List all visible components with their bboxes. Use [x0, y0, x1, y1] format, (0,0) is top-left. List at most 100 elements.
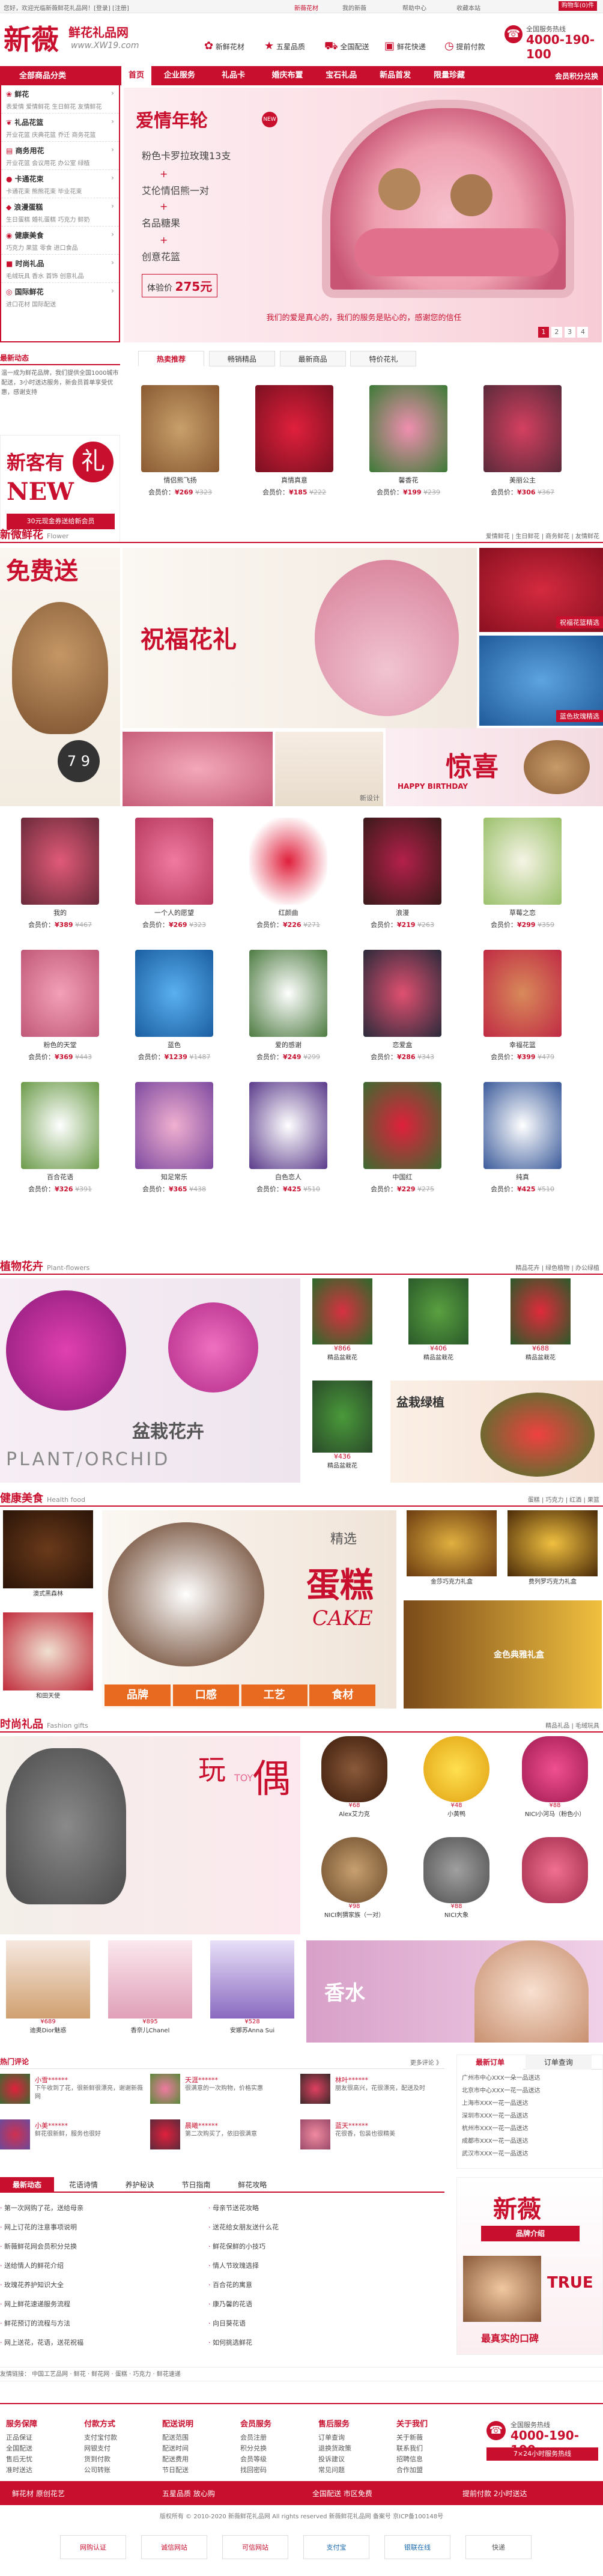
plant-card[interactable]: ¥406 精品盆栽花	[402, 1278, 474, 1375]
bear-promo[interactable]: 免费送 7 9	[0, 548, 120, 806]
category-header[interactable]: 全部商品分类	[1, 67, 119, 85]
tab-newest[interactable]: 最新商品	[279, 351, 346, 366]
friend-link[interactable]: 蛋糕	[115, 2371, 127, 2378]
comment-item[interactable]: 小美****** 鲜花很新鲜，服务也很好	[0, 2119, 144, 2155]
nav-enterprise[interactable]: 企业服务	[154, 66, 205, 85]
tab-holiday[interactable]: 节日指南	[169, 2177, 223, 2193]
comments-more-link[interactable]: 更多评论 》	[410, 2058, 442, 2067]
category-5[interactable]: ◆ 浪漫蛋糕 › 生日蛋糕 婚礼蛋糕 巧克力 鲜奶	[1, 198, 119, 226]
plant-card[interactable]: ¥436 精品盆栽花	[306, 1381, 378, 1483]
nav-giftcard[interactable]: 礼品卡	[208, 66, 259, 85]
product-card[interactable]: 草莓之恋 会员价：¥299 ¥359	[480, 815, 565, 944]
badge[interactable]: 网购认证	[60, 2535, 126, 2559]
tab-guide[interactable]: 鲜花攻略	[225, 2177, 279, 2193]
green-plant-banner[interactable]: 盆栽绿植	[390, 1381, 603, 1483]
toy-banner[interactable]: 玩 TOY 偶	[0, 1736, 300, 1934]
perfume-banner[interactable]: 香水	[306, 1940, 603, 2043]
plant-card[interactable]: ¥866 精品盆栽花	[306, 1278, 378, 1375]
nav-new[interactable]: 新品首发	[369, 66, 421, 85]
product-card[interactable]: 恋爱盒 会员价：¥286 ¥343	[360, 947, 444, 1076]
friend-link[interactable]: 巧克力	[133, 2371, 151, 2378]
pink-bouquet-tile[interactable]	[123, 732, 273, 806]
product-card[interactable]: 爱的感谢 会员价：¥249 ¥299	[246, 947, 330, 1076]
product-card[interactable]: 粉色的天堂 会员价：¥369 ¥443	[18, 947, 102, 1076]
product-card[interactable]: 馨香花 会员价：¥199 ¥239	[366, 382, 450, 511]
birthday-tile[interactable]: 惊喜 HAPPY BIRTHDAY	[386, 728, 603, 806]
pager-dot-1[interactable]: 1	[538, 327, 549, 338]
product-card[interactable]: 白色恋人 会员价：¥425 ¥510	[246, 1079, 330, 1208]
article-row[interactable]: · 玫瑰花养护知识大全 · 百合花的寓意	[0, 2276, 444, 2295]
comment-item[interactable]: 天涯****** 很满意的一次购物，价格实惠	[150, 2074, 294, 2110]
cake-banner[interactable]: 精选 蛋糕 CAKE 品牌 口感 工艺 食材	[102, 1510, 396, 1709]
article-row[interactable]: · 新薇鲜花网会员积分兑换 · 鲜花保鲜的小技巧	[0, 2237, 444, 2256]
tab-latest-orders[interactable]: 最新订单	[457, 2055, 523, 2070]
product-card[interactable]: 纯真 会员价：¥425 ¥510	[480, 1079, 565, 1208]
top-link-4[interactable]: 收藏本站	[456, 3, 480, 12]
comment-item[interactable]: 晨曦****** 第二次购买了，依旧很满意	[150, 2119, 294, 2155]
top-link-3[interactable]: 帮助中心	[402, 3, 426, 12]
article-row[interactable]: · 网上订花的注意事项说明 · 送花给女朋友送什么花	[0, 2218, 444, 2237]
pager-dot-3[interactable]: 3	[564, 327, 575, 338]
toy-card[interactable]: ¥88 NICI大象	[408, 1837, 505, 1936]
product-card[interactable]: 红颜曲 会员价：¥226 ¥271	[246, 815, 330, 944]
article-row[interactable]: · 网上送花，花语，送花祝福 · 如何挑选鲜花	[0, 2333, 444, 2353]
tab-order-query[interactable]: 订单查询	[525, 2055, 592, 2070]
friend-link[interactable]: 鲜花网	[91, 2371, 109, 2378]
category-6[interactable]: ◉ 健康美食 › 巧克力 果篮 零食 进口食品	[1, 226, 119, 255]
tab-news[interactable]: 最新动态	[0, 2177, 54, 2193]
toy-card[interactable]: ¥88 NICI小河马（粉色小）	[507, 1736, 603, 1835]
cart-button[interactable]: 购物车(0)件	[559, 1, 597, 11]
badge[interactable]: 银联在线	[384, 2535, 450, 2559]
nav-limited[interactable]: 限量珍藏	[423, 66, 475, 85]
toy-card[interactable]	[507, 1837, 603, 1936]
top-link-2[interactable]: 我的新薇	[342, 3, 366, 12]
section-links[interactable]: 精品花卉 | 绿色植物 | 办公绿植	[516, 1263, 599, 1272]
friend-link[interactable]: 鲜花	[74, 2371, 86, 2378]
toy-card[interactable]: ¥98 NICI刺猬家族（一对）	[306, 1837, 402, 1936]
tab-care[interactable]: 养护秘诀	[113, 2177, 167, 2193]
category-3[interactable]: ▤ 商务用花 › 开业花篮 会议用花 办公室 绿植	[1, 142, 119, 170]
product-card[interactable]: 一个人的愿望 会员价：¥269 ¥323	[132, 815, 216, 944]
perfume-card[interactable]: ¥689 迪奥Dior魅惑	[0, 1940, 96, 2043]
product-card[interactable]: 美丽公主 会员价：¥306 ¥367	[480, 382, 565, 511]
comment-item[interactable]: 小雪****** 下午收到了花，很新鲜很漂亮，谢谢新薇网	[0, 2074, 144, 2110]
nav-wedding[interactable]: 婚庆布置	[261, 66, 313, 85]
nav-gem[interactable]: 宝石礼品	[315, 66, 367, 85]
top-link-1[interactable]: 新薇花材	[294, 3, 318, 12]
hero-banner[interactable]: 爱情年轮 NEW 粉色卡罗拉玫瑰13支 + 艾伦情侣熊一对 + 名品糖果 + 创…	[124, 88, 602, 342]
product-card[interactable]: 幸福花篮 会员价：¥399 ¥479	[480, 947, 565, 1076]
product-card[interactable]: 我的 会员价：¥389 ¥467	[18, 815, 102, 944]
pager-dot-2[interactable]: 2	[551, 327, 562, 338]
product-card[interactable]: 中国红 会员价：¥229 ¥275	[360, 1079, 444, 1208]
brand-box[interactable]: 新薇 品牌介绍 TRUE 最真实的口碑	[456, 2177, 603, 2355]
tab-hot[interactable]: 热卖推荐	[138, 351, 204, 366]
food-card[interactable]: 费列罗巧克力礼盒	[505, 1510, 601, 1594]
new-member-promo[interactable]: 新客有 礼 NEW 30元现金券送给新会员	[0, 435, 120, 543]
friend-link[interactable]: 鲜花速递	[157, 2371, 181, 2378]
comment-item[interactable]: 林叶****** 朋友很高兴，花很漂亮，配送及时	[300, 2074, 444, 2110]
perfume-card[interactable]: ¥895 香奈儿Chanel	[102, 1940, 198, 2043]
product-card[interactable]: 知足常乐 会员价：¥365 ¥438	[132, 1079, 216, 1208]
comment-item[interactable]: 蓝天****** 花很香，包装也很精美	[300, 2119, 444, 2155]
nav-points[interactable]: 会员积分兑换	[555, 71, 598, 81]
product-card[interactable]: 情侣熊飞扬 会员价：¥269 ¥323	[138, 382, 222, 511]
red-roses-tile[interactable]: 祝福花篮精选	[479, 548, 603, 632]
bear-bouquet-tile[interactable]: 新设计	[275, 732, 383, 806]
article-row[interactable]: · 鲜花预订的流程与方法 · 向日葵花语	[0, 2314, 444, 2333]
category-8[interactable]: ◎ 国际鲜花 › 进口花材 国际配送	[1, 283, 119, 311]
product-card[interactable]: 浪漫 会员价：¥219 ¥263	[360, 815, 444, 944]
site-logo[interactable]: 新薇 鲜花礼品网 www.XW19.com	[4, 18, 139, 64]
toy-card[interactable]: ¥68 Alex艾力克	[306, 1736, 402, 1835]
chocolate-banner[interactable]: 金色典雅礼盒	[404, 1600, 602, 1709]
plant-card[interactable]: ¥688 精品盆栽花	[505, 1278, 577, 1375]
badge[interactable]: 快递	[465, 2535, 532, 2559]
section-links[interactable]: 蛋糕 | 巧克力 | 红酒 | 果篮	[528, 1495, 599, 1504]
pager-dot-4[interactable]: 4	[577, 327, 589, 338]
tab-special[interactable]: 特价花礼	[350, 351, 417, 366]
product-card[interactable]: 真情真意 会员价：¥185 ¥222	[252, 382, 336, 511]
badge[interactable]: 支付宝	[303, 2535, 369, 2559]
food-card[interactable]: 金莎巧克力礼盒	[404, 1510, 500, 1594]
article-row[interactable]: · 第一次网购了花，送给母亲 · 母亲节送花攻略	[0, 2199, 444, 2218]
category-7[interactable]: ■ 时尚礼品 › 毛绒玩具 香水 首饰 创意礼品	[1, 255, 119, 283]
toy-card[interactable]: ¥48 小黄鸭	[408, 1736, 505, 1835]
